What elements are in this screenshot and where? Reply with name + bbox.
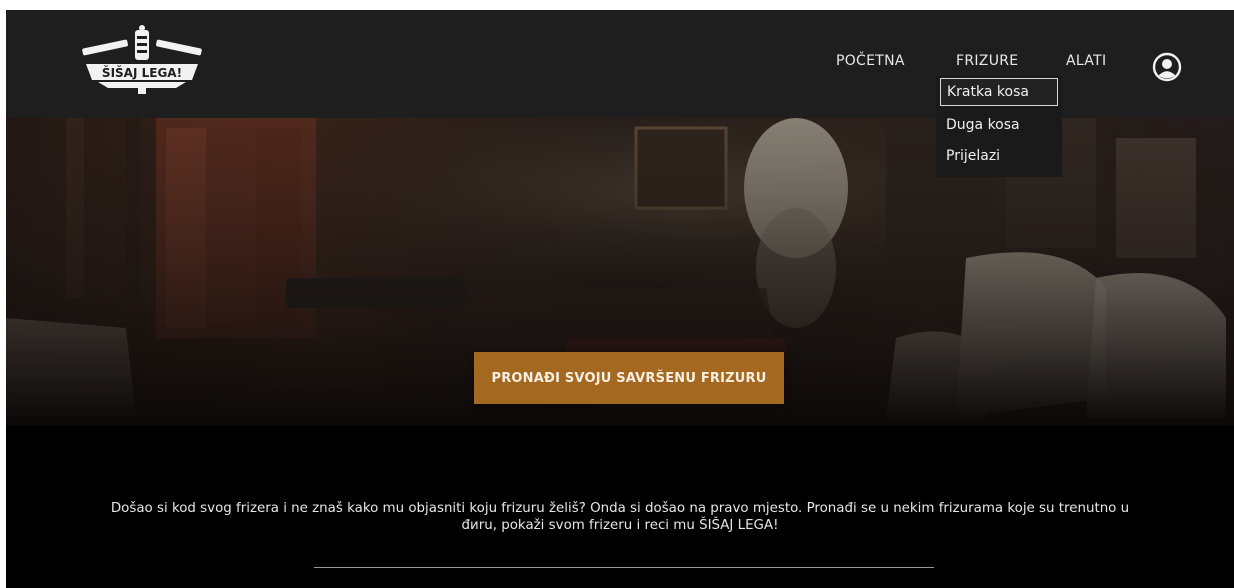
- page-frame: ŠIŠAJ LEGA! POČETNA FRIZURE ALATI PRONAĐ…: [6, 10, 1234, 588]
- intro-text: Došao si kod svog frizera i ne znaš kako…: [110, 501, 1130, 533]
- section-divider: [314, 567, 934, 568]
- logo-text: ŠIŠAJ LEGA!: [102, 65, 182, 80]
- nav-alati[interactable]: ALATI: [1066, 53, 1106, 69]
- frizure-dropdown: Kratka kosa Duga kosa Prijelazi: [936, 76, 1062, 177]
- dropdown-item-duga-kosa[interactable]: Duga kosa: [940, 113, 1026, 137]
- dropdown-item-prijelazi[interactable]: Prijelazi: [940, 144, 1006, 168]
- dropdown-item-kratka-kosa[interactable]: Kratka kosa: [940, 78, 1058, 106]
- find-hairstyle-button[interactable]: PRONAĐI SVOJU SAVRŠENU FRIZURU: [474, 352, 784, 404]
- nav-pocetna[interactable]: POČETNA: [836, 53, 905, 69]
- site-logo[interactable]: ŠIŠAJ LEGA!: [76, 24, 208, 96]
- user-circle-icon[interactable]: [1152, 52, 1182, 82]
- nav-frizure[interactable]: FRIZURE: [956, 53, 1018, 69]
